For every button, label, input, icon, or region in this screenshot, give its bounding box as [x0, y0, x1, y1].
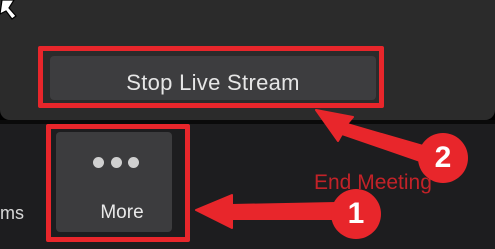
zoom-toolbar-screenshot: Stop Live Stream ms More End Meeting 1 2 [0, 0, 495, 249]
step-1-badge: 1 [331, 189, 381, 239]
annotation-arrows [195, 109, 431, 229]
arrow-1 [195, 194, 337, 229]
step-2-badge: 2 [418, 133, 468, 183]
arrow-2 [315, 109, 431, 164]
